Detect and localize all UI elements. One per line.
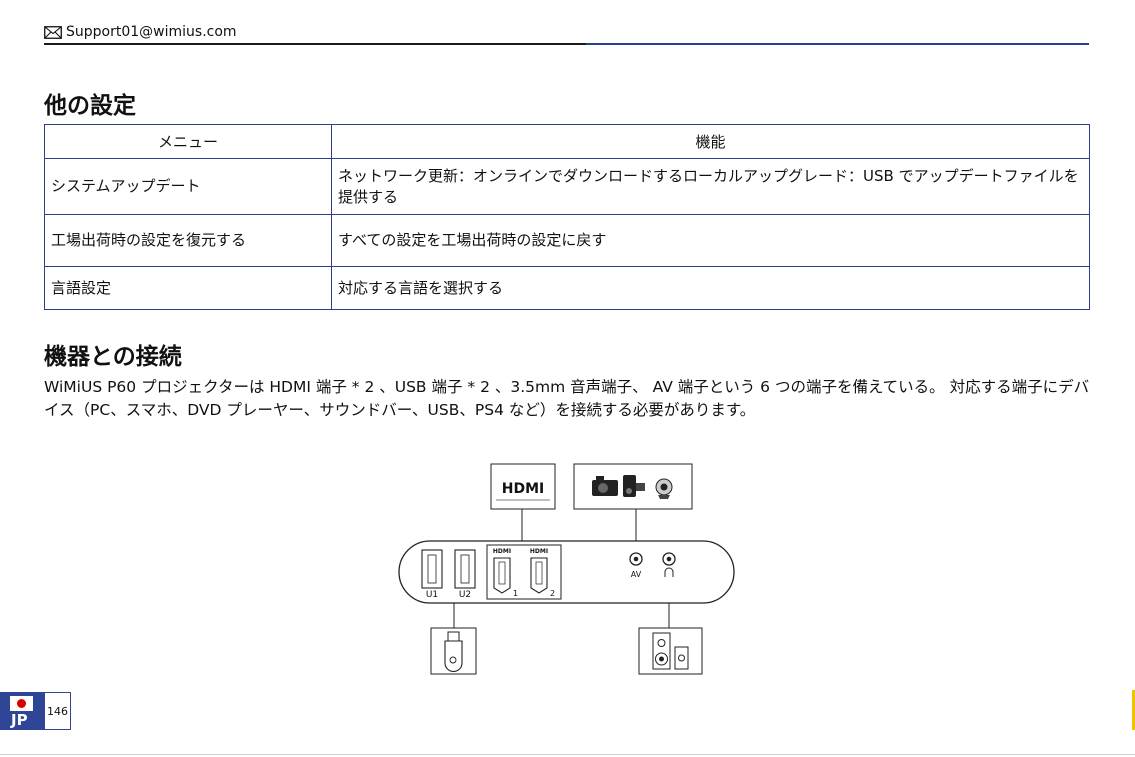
page-number: 146 (44, 692, 71, 730)
usb-stick-box (430, 627, 477, 675)
bottom-rule (0, 754, 1135, 755)
column-header-function: 機能 (331, 124, 1090, 159)
header-rule-blue (586, 43, 1089, 45)
hdmi-port-1-label: 1 (513, 589, 518, 598)
page-header: Support01@wimius.com (44, 24, 1089, 46)
table-cell-menu: 言語設定 (44, 266, 332, 310)
hdmi-port-2-label: 2 (550, 589, 555, 598)
port-diagram: HDMI U1 U2 HDMI 1 HDMI 2 AV (398, 463, 735, 675)
av-devices-box (573, 463, 693, 510)
usb-stick-icon (444, 631, 463, 672)
usb-port-u1-label: U1 (426, 590, 438, 600)
table-row: システムアップデート ネットワーク更新：オンラインでダウンロードするローカルアッ… (44, 158, 1090, 215)
connection-description: WiMiUS P60 プロジェクターは HDMI 端子 * 2 、USB 端子 … (44, 378, 1090, 419)
usb-port-u2-label: U2 (459, 590, 471, 600)
section-title-other-settings: 他の設定 (44, 93, 136, 119)
language-tag: JP (0, 692, 44, 730)
table-cell-menu: システムアップデート (44, 158, 332, 215)
table-cell-menu: 工場出荷時の設定を復元する (44, 214, 332, 267)
hdmi-logo-box: HDMI (490, 463, 556, 510)
email-contact[interactable]: Support01@wimius.com (44, 24, 237, 40)
section-title-connection: 機器との接続 (44, 344, 182, 370)
language-code: JP (11, 711, 28, 729)
speaker-box (638, 627, 703, 675)
table-header-row: メニュー 機能 (44, 124, 1090, 159)
header-rule-dark (44, 43, 586, 45)
port-panel: U1 U2 HDMI 1 HDMI 2 AV (398, 540, 735, 604)
av-jack-label: AV (631, 570, 642, 579)
table-cell-function: 対応する言語を選択する (331, 266, 1090, 310)
svg-text:HDMI: HDMI (530, 548, 548, 555)
settings-table: メニュー 機能 システムアップデート ネットワーク更新：オンラインでダウンロード… (44, 124, 1090, 310)
table-row: 工場出荷時の設定を復元する すべての設定を工場出荷時の設定に戻す (44, 214, 1090, 267)
mail-icon (44, 25, 62, 39)
column-header-menu: メニュー (44, 124, 332, 159)
svg-text:HDMI: HDMI (493, 548, 511, 555)
table-row: 言語設定 対応する言語を選択する (44, 266, 1090, 310)
table-cell-function: ネットワーク更新：オンラインでダウンロードするローカルアップグレード：USB で… (331, 158, 1090, 215)
email-text: Support01@wimius.com (66, 24, 237, 40)
hdmi-logo-text: HDMI (502, 481, 544, 497)
japan-flag-icon (10, 696, 33, 711)
table-cell-function: すべての設定を工場出荷時の設定に戻す (331, 214, 1090, 267)
